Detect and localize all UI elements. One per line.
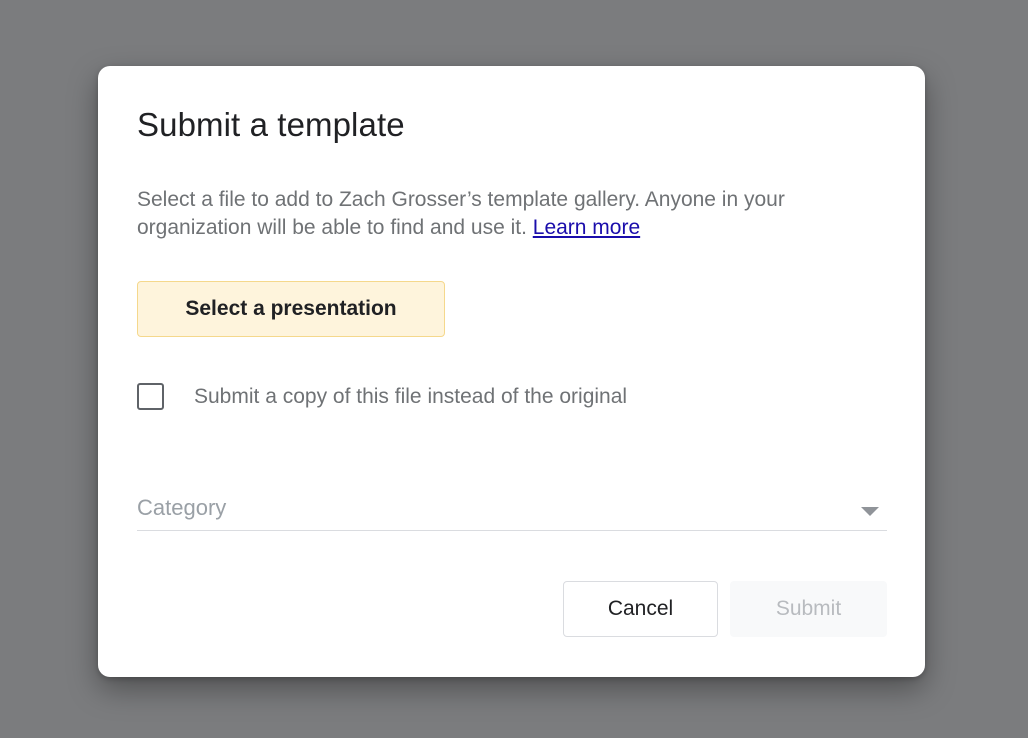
- submit-template-dialog: Submit a template Select a file to add t…: [98, 66, 925, 677]
- submit-button[interactable]: Submit: [730, 581, 887, 637]
- copy-file-option[interactable]: Submit a copy of this file instead of th…: [137, 383, 627, 410]
- category-placeholder: Category: [137, 495, 227, 520]
- cancel-button[interactable]: Cancel: [563, 581, 718, 637]
- select-presentation-button[interactable]: Select a presentation: [137, 281, 445, 337]
- copy-file-checkbox[interactable]: [137, 383, 164, 410]
- copy-file-label: Submit a copy of this file instead of th…: [194, 384, 628, 408]
- dialog-title: Submit a template: [137, 106, 405, 143]
- description-text: Select a file to add to Zach Grosser’s t…: [137, 188, 785, 239]
- category-dropdown[interactable]: Category: [137, 492, 887, 531]
- dialog-description: Select a file to add to Zach Grosser’s t…: [137, 186, 857, 242]
- learn-more-link[interactable]: Learn more: [533, 216, 640, 239]
- dropdown-caret-icon: [861, 507, 879, 516]
